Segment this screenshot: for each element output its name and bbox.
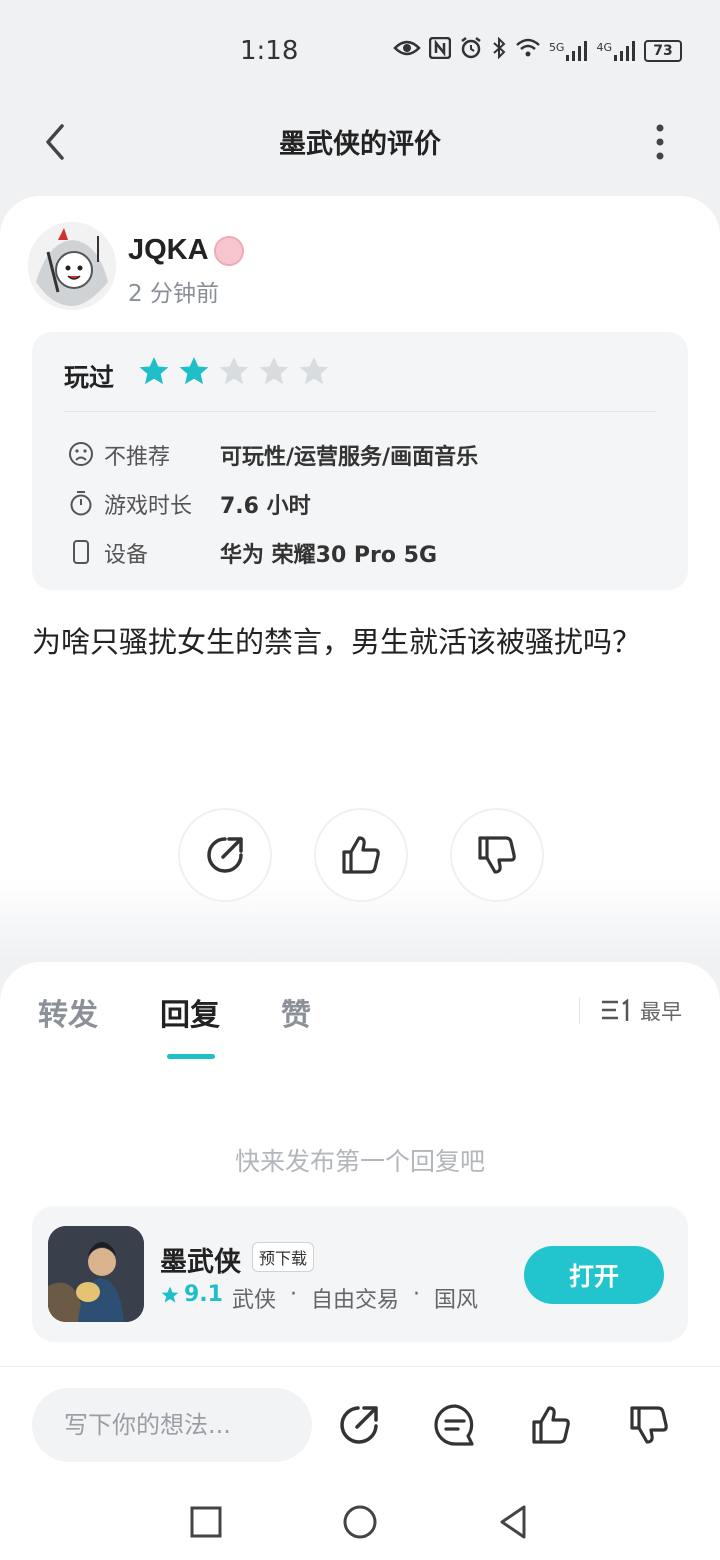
game-status-tag: 预下载 xyxy=(252,1242,315,1272)
share-button[interactable] xyxy=(178,808,272,902)
sort-label: 最早 xyxy=(640,1000,682,1024)
signal-5g-icon: 5G xyxy=(549,41,589,61)
user-name[interactable]: JQKA xyxy=(128,234,209,267)
comment-icon[interactable] xyxy=(432,1402,478,1448)
active-tab-indicator xyxy=(167,1054,215,1059)
tab-likes[interactable]: 赞 xyxy=(281,990,311,1034)
star-empty-icon xyxy=(259,357,289,385)
info-row-recommend: 不推荐 可玩性/运营服务/画面音乐 xyxy=(64,437,664,471)
nav-bar: 墨武侠的评价 xyxy=(0,100,720,184)
status-bar: 1:18 5G 4G 73 xyxy=(0,0,720,100)
info-value: 可玩性/运营服务/画面音乐 xyxy=(220,445,479,470)
thumbs-up-icon xyxy=(342,836,380,874)
info-row-device: 设备 华为 荣耀30 Pro 5G xyxy=(64,535,664,569)
rating-stars xyxy=(138,355,330,387)
signal-5g-label: 5G xyxy=(548,41,565,54)
more-vertical-icon xyxy=(656,124,664,160)
thumbs-down-icon[interactable] xyxy=(626,1402,672,1448)
tab-forward[interactable]: 转发 xyxy=(38,990,98,1034)
tab-replies[interactable]: 回复 xyxy=(160,990,220,1034)
sort-divider xyxy=(579,998,580,1024)
system-back-icon[interactable] xyxy=(494,1502,534,1542)
signal-4g-label: 4G xyxy=(596,41,612,54)
signal-4g-icon: 4G xyxy=(596,41,636,61)
star-empty-icon xyxy=(299,357,329,385)
game-tag-item: 武侠 xyxy=(232,1288,277,1313)
sort-button[interactable]: 最早 xyxy=(600,996,682,1026)
game-name: 墨武侠 xyxy=(160,1247,241,1278)
game-icon xyxy=(48,1226,144,1322)
bluetooth-icon xyxy=(491,36,507,66)
eye-icon xyxy=(393,38,421,64)
sad-face-icon xyxy=(69,442,93,466)
phone-icon xyxy=(73,540,89,564)
empty-replies-hint: 快来发布第一个回复吧 xyxy=(234,1147,485,1176)
game-tag-item: 自由交易 xyxy=(311,1288,400,1313)
game-rating: 9.1 xyxy=(160,1282,223,1307)
home-icon[interactable] xyxy=(340,1502,380,1542)
game-tag-item: 国风 xyxy=(434,1288,479,1313)
review-text: 为啥只骚扰女生的禁言，男生就活该被骚扰吗？ xyxy=(32,625,642,659)
thumbs-up-icon[interactable] xyxy=(528,1402,574,1448)
game-tag-separator: · xyxy=(413,1282,421,1307)
star-filled-icon xyxy=(139,357,169,385)
game-art xyxy=(48,1226,144,1322)
open-game-button[interactable]: 打开 xyxy=(524,1246,664,1304)
like-button[interactable] xyxy=(314,808,408,902)
info-divider xyxy=(64,411,656,412)
info-row-playtime: 游戏时长 7.6 小时 xyxy=(64,486,664,520)
page-title: 墨武侠的评价 xyxy=(279,129,441,160)
star-filled-icon xyxy=(179,357,209,385)
wifi-icon xyxy=(515,37,541,65)
info-key: 设备 xyxy=(104,543,149,568)
played-label: 玩过 xyxy=(64,363,115,392)
comment-input[interactable] xyxy=(32,1388,312,1462)
game-tag-separator: · xyxy=(290,1282,298,1307)
nfc-icon xyxy=(428,36,452,65)
star-empty-icon xyxy=(219,357,249,385)
stopwatch-icon xyxy=(70,491,92,516)
more-button[interactable] xyxy=(640,120,680,164)
share-icon xyxy=(207,837,243,873)
avatar[interactable] xyxy=(28,222,116,310)
battery-icon: 73 xyxy=(644,40,682,62)
sort-icon xyxy=(602,998,629,1021)
recent-apps-icon[interactable] xyxy=(186,1502,226,1542)
rating-star-icon xyxy=(161,1286,179,1302)
info-value: 7.6 小时 xyxy=(220,494,311,519)
share-icon[interactable] xyxy=(336,1402,382,1448)
status-time: 1:18 xyxy=(240,36,299,66)
avatar-image xyxy=(28,222,116,310)
game-tags: 武侠 · 自由交易 · 国风 xyxy=(232,1282,478,1314)
user-badge-icon xyxy=(214,236,244,266)
info-key: 游戏时长 xyxy=(104,494,193,519)
info-value: 华为 荣耀30 Pro 5G xyxy=(220,543,438,568)
thumbs-down-icon xyxy=(478,836,516,874)
dislike-button[interactable] xyxy=(450,808,544,902)
info-key: 不推荐 xyxy=(104,445,171,470)
game-rating-value: 9.1 xyxy=(184,1282,223,1307)
status-icons: 5G 4G 73 xyxy=(393,36,682,66)
alarm-icon xyxy=(459,36,483,66)
post-time: 2 分钟前 xyxy=(128,281,219,307)
